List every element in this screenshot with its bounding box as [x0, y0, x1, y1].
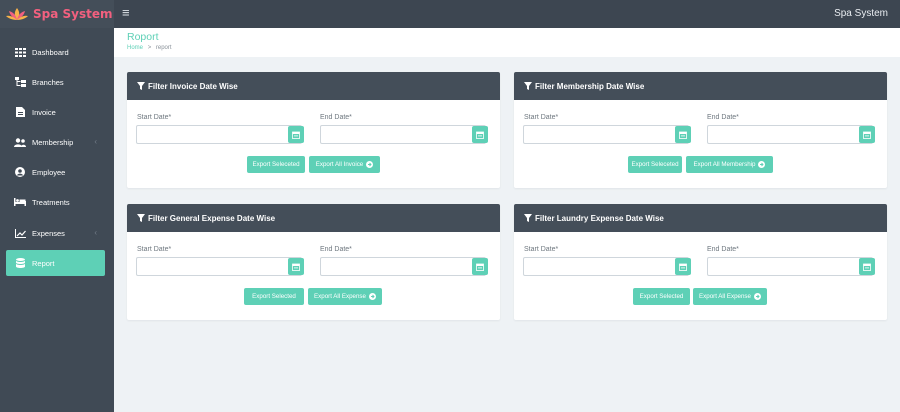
logo-text: Spa System	[33, 7, 113, 21]
start-date-input[interactable]	[523, 125, 689, 144]
button-label: Export All Membership	[693, 161, 756, 168]
sidebar-item-membership[interactable]: Membership ‹	[6, 129, 105, 155]
chevron-left-icon: ‹	[94, 228, 97, 237]
bed-icon	[14, 197, 26, 207]
sidebar-item-label: Invoice	[32, 107, 56, 117]
top-navbar: Spa System ≡ Spa System	[0, 0, 900, 28]
end-date-label: End Date*	[707, 114, 739, 121]
card-title: Filter Membership Date Wise	[535, 81, 645, 91]
start-date-input[interactable]	[136, 125, 302, 144]
laundry-expense-filter-card: Filter Laundry Expense Date Wise Start D…	[514, 204, 887, 320]
arrow-right-circle-icon	[368, 293, 376, 300]
sidebar: Dashboard Branches Invoice Membership ‹ …	[0, 28, 114, 412]
lotus-icon	[6, 8, 28, 20]
sidebar-item-label: Dashboard	[32, 47, 69, 57]
users-icon	[14, 137, 26, 147]
end-date-input[interactable]	[320, 125, 486, 144]
arrow-right-circle-icon	[758, 161, 766, 168]
arrow-right-circle-icon	[753, 293, 761, 300]
sidebar-item-label: Employee	[32, 167, 66, 177]
chart-line-icon	[14, 228, 26, 238]
calendar-icon[interactable]	[859, 126, 875, 143]
button-label: Export Selected	[252, 293, 296, 300]
card-header: Filter Invoice Date Wise	[127, 72, 500, 100]
sidebar-item-employee[interactable]: Employee	[6, 159, 105, 185]
file-icon	[14, 107, 26, 117]
filter-icon	[137, 82, 145, 90]
database-icon	[14, 258, 26, 268]
calendar-icon[interactable]	[472, 126, 488, 143]
button-label: Export All Invoice	[315, 161, 364, 168]
sidebar-item-invoice[interactable]: Invoice	[6, 99, 105, 125]
invoice-filter-card: Filter Invoice Date Wise Start Date* End…	[127, 72, 500, 188]
card-title: Filter General Expense Date Wise	[148, 213, 276, 223]
start-date-label: Start Date*	[137, 114, 172, 121]
menu-toggle-icon[interactable]: ≡	[122, 6, 130, 20]
button-label: Export All Expense	[699, 293, 751, 300]
export-all-expense-button[interactable]: Export All Expense	[693, 288, 767, 305]
calendar-icon[interactable]	[675, 258, 691, 275]
button-label: Export Seleceted	[252, 161, 300, 168]
start-date-input[interactable]	[136, 257, 302, 276]
page-header: Roport Home > report	[114, 28, 900, 57]
sidebar-item-label: Membership	[32, 137, 74, 147]
export-selected-button[interactable]: Export Seleceted	[628, 156, 682, 173]
end-date-input[interactable]	[707, 125, 873, 144]
calendar-icon[interactable]	[288, 126, 304, 143]
card-title: Filter Laundry Expense Date Wise	[535, 213, 664, 223]
sidebar-item-branches[interactable]: Branches	[6, 69, 105, 95]
sidebar-item-expenses[interactable]: Expenses ‹	[6, 220, 105, 246]
breadcrumb-home-link[interactable]: Home	[127, 45, 143, 51]
end-date-label: End Date*	[707, 246, 739, 253]
filter-icon	[137, 214, 145, 222]
sidebar-item-label: Treatments	[32, 197, 70, 207]
export-all-expense-button[interactable]: Export All Expense	[308, 288, 382, 305]
logo[interactable]: Spa System	[0, 0, 114, 28]
page-title: Roport	[127, 31, 159, 43]
export-all-invoice-button[interactable]: Export All Invoice	[309, 156, 380, 173]
card-header: Filter Laundry Expense Date Wise	[514, 204, 887, 232]
breadcrumb-separator: >	[147, 45, 152, 51]
button-label: Export All Expense	[314, 293, 366, 300]
sidebar-item-treatments[interactable]: Treatments	[6, 189, 105, 215]
sidebar-item-label: Report	[32, 258, 55, 268]
calendar-icon[interactable]	[859, 258, 875, 275]
sidebar-item-report[interactable]: Report	[6, 250, 105, 276]
card-title: Filter Invoice Date Wise	[148, 81, 238, 91]
breadcrumb: Home > report	[127, 45, 172, 51]
export-selected-button[interactable]: Export Seleceted	[247, 156, 305, 173]
card-header: Filter General Expense Date Wise	[127, 204, 500, 232]
membership-filter-card: Filter Membership Date Wise Start Date* …	[514, 72, 887, 188]
top-right-title[interactable]: Spa System	[834, 8, 888, 19]
general-expense-filter-card: Filter General Expense Date Wise Start D…	[127, 204, 500, 320]
end-date-label: End Date*	[320, 246, 352, 253]
end-date-input[interactable]	[707, 257, 873, 276]
sidebar-item-dashboard[interactable]: Dashboard	[6, 39, 105, 65]
end-date-label: End Date*	[320, 114, 352, 121]
start-date-label: Start Date*	[524, 114, 559, 121]
filter-icon	[524, 214, 532, 222]
sidebar-item-label: Expenses	[32, 228, 65, 238]
arrow-right-circle-icon	[366, 161, 374, 168]
calendar-icon[interactable]	[288, 258, 304, 275]
calendar-icon[interactable]	[675, 126, 691, 143]
export-selected-button[interactable]: Export Selected	[633, 288, 690, 305]
start-date-label: Start Date*	[137, 246, 172, 253]
button-label: Export Selected	[639, 293, 684, 300]
export-all-membership-button[interactable]: Export All Membership	[686, 156, 773, 173]
button-label: Export Seleceted	[631, 161, 679, 168]
grid-icon	[14, 47, 26, 57]
chevron-left-icon: ‹	[94, 137, 97, 146]
filter-icon	[524, 82, 532, 90]
user-circle-icon	[14, 167, 26, 177]
start-date-input[interactable]	[523, 257, 689, 276]
export-selected-button[interactable]: Export Selected	[244, 288, 304, 305]
calendar-icon[interactable]	[472, 258, 488, 275]
branches-icon	[14, 77, 26, 87]
card-header: Filter Membership Date Wise	[514, 72, 887, 100]
start-date-label: Start Date*	[524, 246, 559, 253]
sidebar-item-label: Branches	[32, 77, 64, 87]
end-date-input[interactable]	[320, 257, 486, 276]
breadcrumb-current: report	[155, 45, 172, 51]
